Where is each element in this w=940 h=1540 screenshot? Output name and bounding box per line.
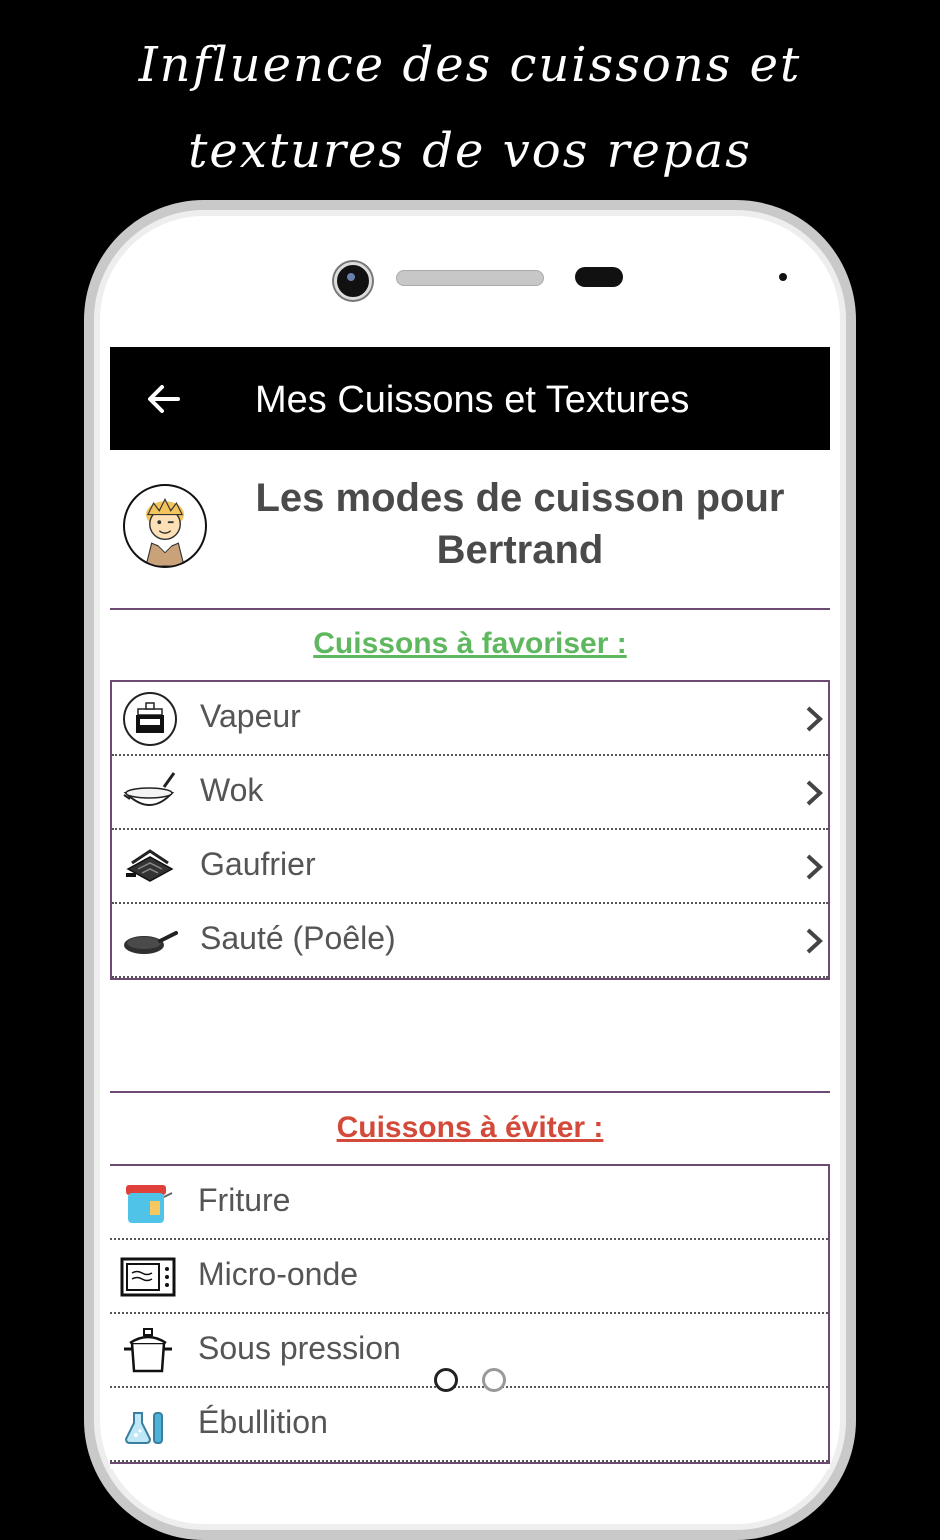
list-item-saute[interactable]: Sauté (Poêle) [112,904,828,978]
divider [110,608,830,610]
chevron-right-icon [806,854,823,880]
app-screen: Mes Cuissons et Textures Les modes de cu… [110,347,830,1469]
list-item-label: Sous pression [198,1330,401,1366]
chevron-right-icon [806,780,823,806]
favor-heading: Cuissons à favoriser : [313,627,627,660]
page-dot-active[interactable] [434,1368,458,1392]
list-item-label: Friture [198,1182,291,1218]
promo-line-2: textures de vos repas [188,123,752,179]
list-item-gaufrier[interactable]: Gaufrier [112,830,828,904]
proximity-sensor [575,267,623,287]
avoid-list: Friture Micro-onde Sous pression Ébullit… [110,1164,830,1464]
fryer-icon [126,1185,173,1223]
wok-icon [123,772,176,806]
steamer-icon [123,692,177,746]
divider [110,1091,830,1093]
avoid-heading: Cuissons à éviter : [336,1111,604,1144]
chef-avatar-icon [123,484,207,568]
waffle-iron-icon [126,849,174,882]
list-item-label: Sauté (Poêle) [200,920,396,956]
list-item-ebullition[interactable]: Ébullition [110,1388,828,1462]
chevron-right-icon [806,928,823,954]
list-item-friture[interactable]: Friture [110,1166,828,1240]
list-item-wok[interactable]: Wok [112,756,828,830]
profile-header: Les modes de cuisson pour Bertrand [110,450,830,608]
light-sensor [779,273,787,281]
chevron-right-icon [806,706,823,732]
boiling-icon [124,1412,163,1444]
app-bar-title: Mes Cuissons et Textures [255,379,690,421]
front-camera-icon [334,262,372,300]
page-dot-inactive[interactable] [482,1368,506,1392]
list-item-label: Gaufrier [200,846,316,882]
app-bar: Mes Cuissons et Textures [110,347,830,450]
list-item-micro-onde[interactable]: Micro-onde [110,1240,828,1314]
list-item-vapeur[interactable]: Vapeur [112,682,828,756]
profile-title: Les modes de cuisson pour Bertrand [255,476,785,572]
arrow-left-icon[interactable] [144,379,184,419]
microwave-icon [120,1257,176,1297]
promo-caption: Influence des cuissons et textures de vo… [0,22,940,194]
list-item-label: Vapeur [200,698,301,734]
list-item-label: Wok [200,772,264,808]
list-item-label: Micro-onde [198,1256,359,1292]
promo-line-1: Influence des cuissons et [138,37,802,93]
favor-list: Vapeur Wok Gaufrier Sauté (Poêle) [110,680,830,980]
list-item-label: Ébullition [198,1404,328,1440]
page-indicator [434,1368,514,1394]
frying-pan-icon [124,931,178,954]
pressure-cooker-icon [124,1328,172,1373]
earpiece-speaker [396,270,544,286]
